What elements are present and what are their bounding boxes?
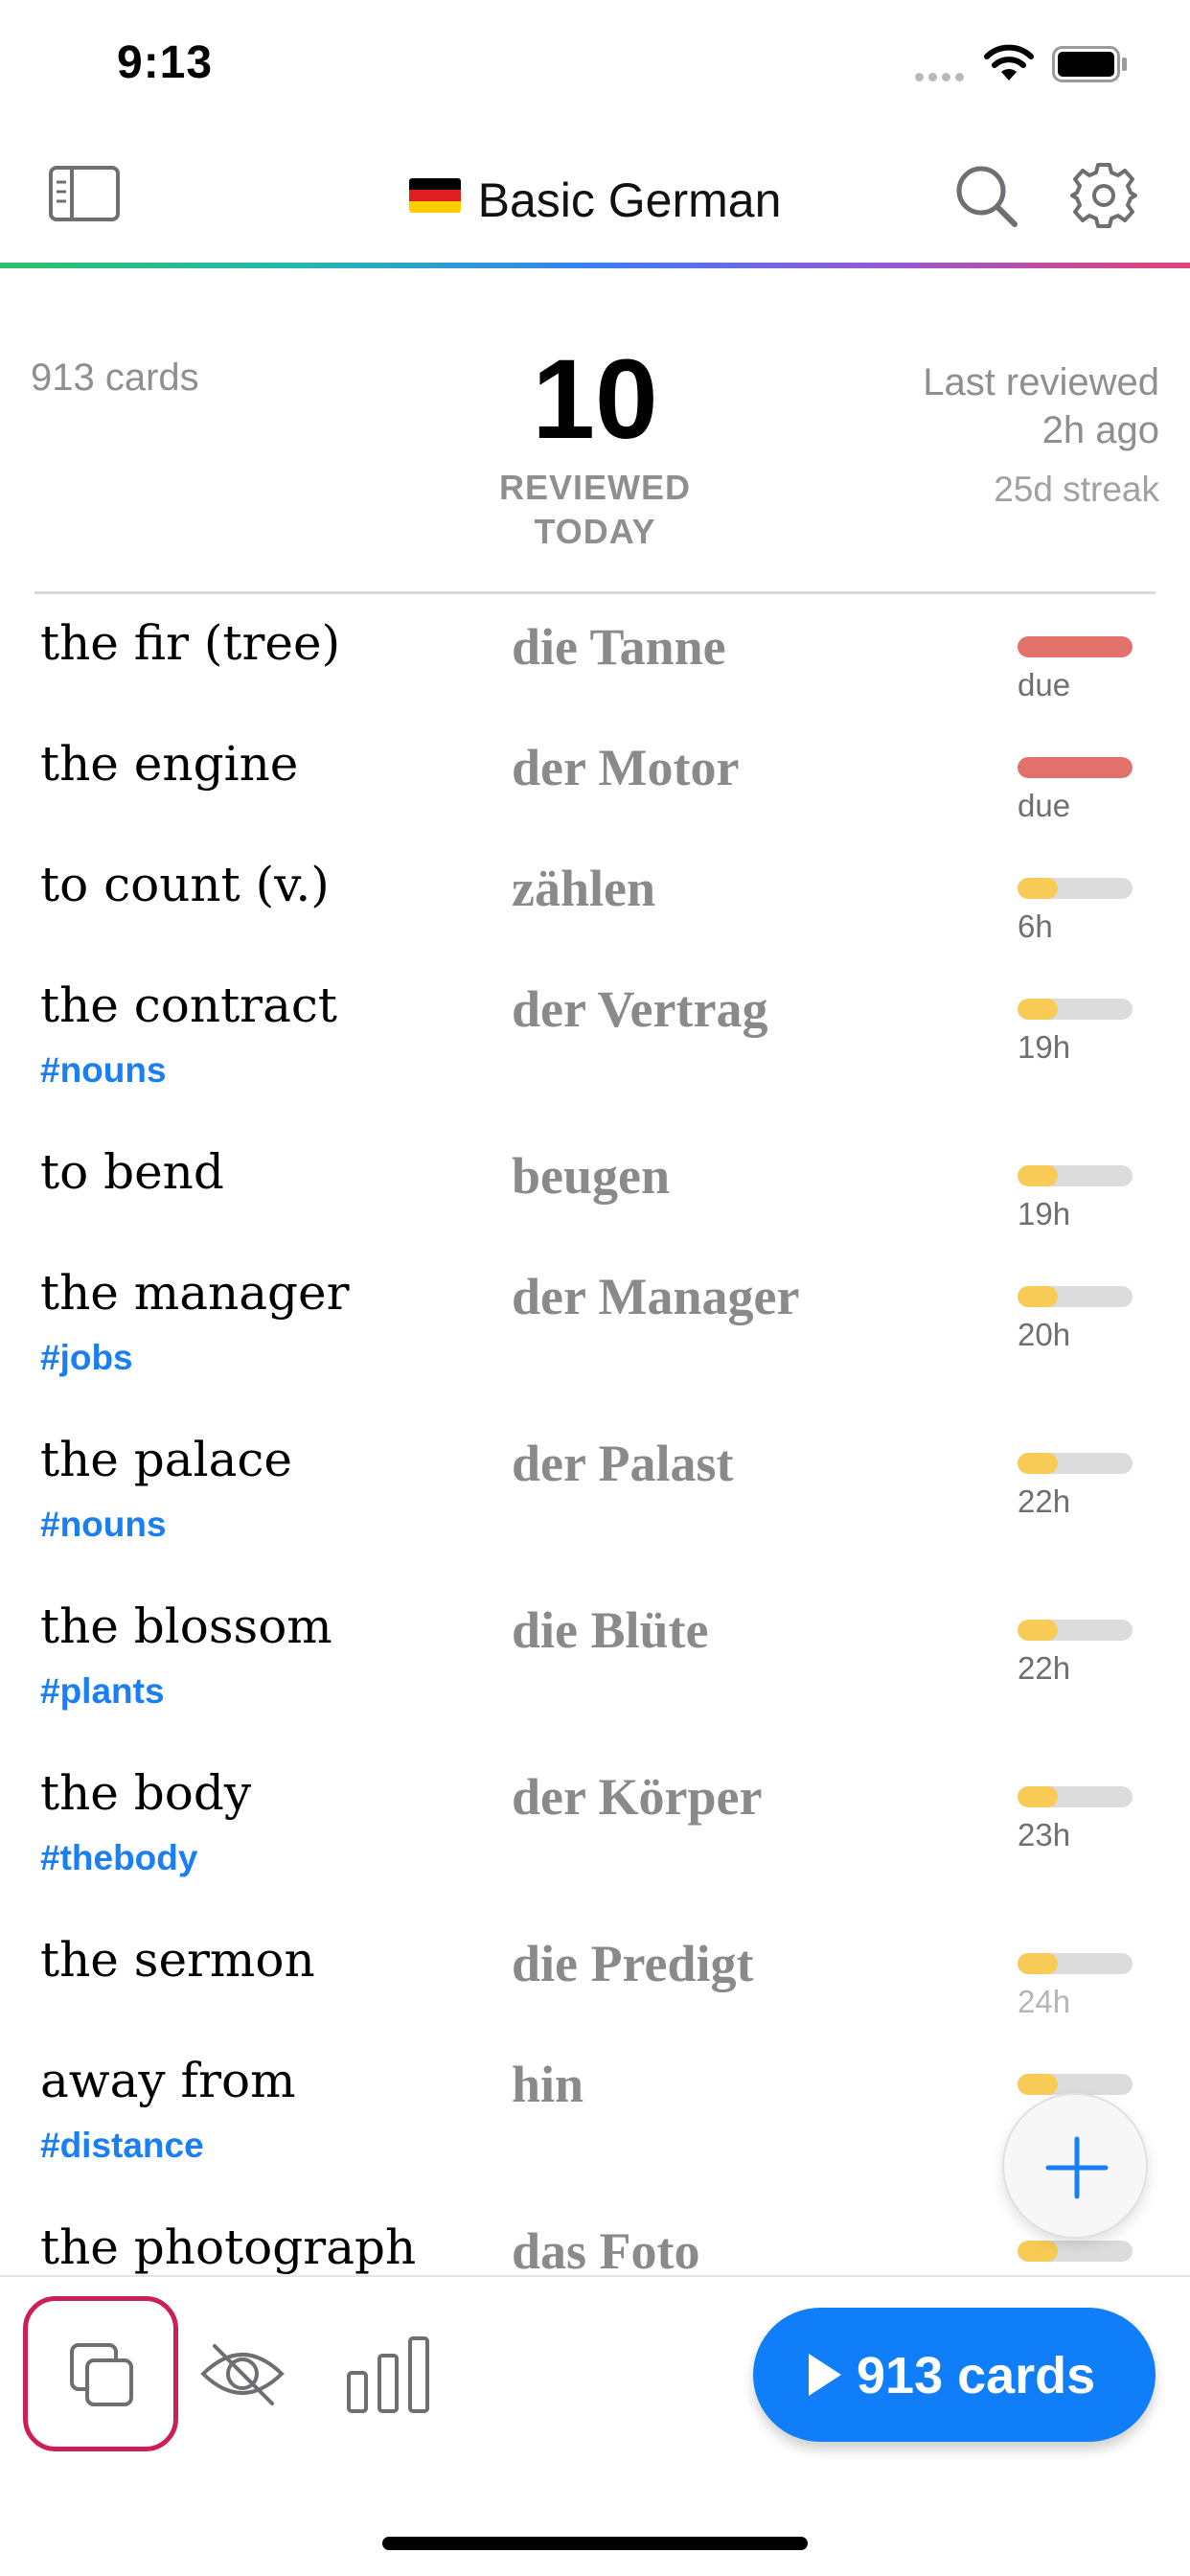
review-progress-bar — [1018, 878, 1133, 899]
cards-view-button[interactable] — [23, 2296, 178, 2451]
due-label: 22h — [1018, 1650, 1071, 1686]
deck-stats: 913 cards 10 REVIEWED TODAY Last reviewed… — [0, 268, 1190, 594]
review-progress-bar — [1018, 2074, 1133, 2095]
card-back: hin — [512, 2056, 584, 2113]
review-progress-bar — [1018, 1286, 1133, 1307]
status-time: 9:13 — [117, 37, 214, 88]
card-back: die Tanne — [512, 618, 726, 676]
bar-chart-icon[interactable] — [345, 2331, 431, 2417]
card-list[interactable]: the fir (tree) die Tanne due the engine der … — [0, 594, 1190, 2275]
review-progress-bar — [1018, 757, 1133, 778]
play-icon — [809, 2354, 841, 2396]
card-back: die Blüte — [512, 1601, 709, 1659]
home-indicator — [382, 2537, 808, 2550]
wifi-icon — [984, 44, 1034, 80]
review-progress-bar — [1018, 1786, 1133, 1807]
navigation-bar: Basic German — [0, 134, 1190, 268]
due-label: 6h — [1018, 908, 1053, 944]
review-progress-bar — [1018, 999, 1133, 1020]
due-label: 20h — [1018, 1317, 1071, 1352]
due-label: 19h — [1018, 1196, 1071, 1231]
card-back: der Vertrag — [512, 980, 768, 1038]
card-front: the body — [40, 1765, 252, 1821]
card-front: the blossom — [40, 1598, 332, 1654]
study-cards-button[interactable]: 913 cards — [753, 2308, 1156, 2442]
card-front: the contract — [40, 978, 337, 1033]
card-tag[interactable]: #distance — [40, 2126, 204, 2166]
card-front: the fir (tree) — [40, 615, 341, 671]
battery-icon — [1052, 46, 1127, 82]
card-front: to bend — [40, 1144, 224, 1200]
plus-icon — [1045, 2136, 1109, 2199]
card-back: zählen — [512, 860, 656, 917]
due-label: 22h — [1018, 1484, 1071, 1519]
last-reviewed: Last reviewed 2h ago — [923, 361, 1159, 451]
eye-slash-icon[interactable] — [197, 2331, 287, 2417]
card-front: to count (v.) — [40, 857, 330, 912]
review-progress-bar — [1018, 1165, 1133, 1186]
deck-title-label: Basic German — [477, 173, 782, 227]
card-tag[interactable]: #jobs — [40, 1338, 133, 1378]
card-back: der Palast — [512, 1435, 734, 1492]
study-button-label: 913 cards — [857, 2347, 1096, 2404]
status-bar: 9:13 — [0, 0, 1190, 134]
germany-flag-icon — [408, 178, 461, 213]
review-progress-bar — [1018, 636, 1133, 657]
card-front: the sermon — [40, 1932, 315, 1988]
due-label: 23h — [1018, 1817, 1071, 1852]
card-tag[interactable]: #nouns — [40, 1050, 167, 1091]
add-card-button[interactable] — [1002, 2093, 1148, 2239]
card-front: the manager — [40, 1265, 350, 1321]
card-back: die Predigt — [512, 1935, 754, 1992]
card-tag[interactable]: #plants — [40, 1671, 165, 1712]
review-progress-bar — [1018, 1453, 1133, 1474]
card-tag[interactable]: #nouns — [40, 1505, 167, 1545]
due-label: due — [1018, 788, 1071, 823]
card-back: das Foto — [512, 2222, 700, 2275]
due-label: 24h — [1018, 1984, 1071, 2019]
review-progress-bar — [1018, 1620, 1133, 1641]
card-back: der Manager — [512, 1268, 800, 1325]
card-back: der Körper — [512, 1768, 763, 1826]
streak: 25d streak — [994, 470, 1159, 509]
review-progress-bar — [1018, 1953, 1133, 1974]
gear-icon[interactable] — [1069, 161, 1138, 230]
cellular-signal-icon — [915, 69, 971, 82]
bottom-toolbar: 913 cards — [0, 2275, 1190, 2576]
card-front: away from — [40, 2053, 296, 2108]
due-label: 19h — [1018, 1029, 1071, 1065]
review-progress-bar — [1018, 2241, 1133, 2262]
due-label: due — [1018, 667, 1071, 702]
search-icon[interactable] — [953, 163, 1020, 230]
card-front: the palace — [40, 1432, 292, 1487]
card-tag[interactable]: #thebody — [40, 1838, 197, 1878]
card-front: the engine — [40, 736, 299, 792]
card-back: der Motor — [512, 739, 740, 796]
card-front: the photograph — [40, 2220, 417, 2275]
card-back: beugen — [512, 1147, 671, 1205]
reviewed-today-label: REVIEWED TODAY — [498, 468, 692, 551]
cards-stack-icon — [70, 2343, 133, 2406]
